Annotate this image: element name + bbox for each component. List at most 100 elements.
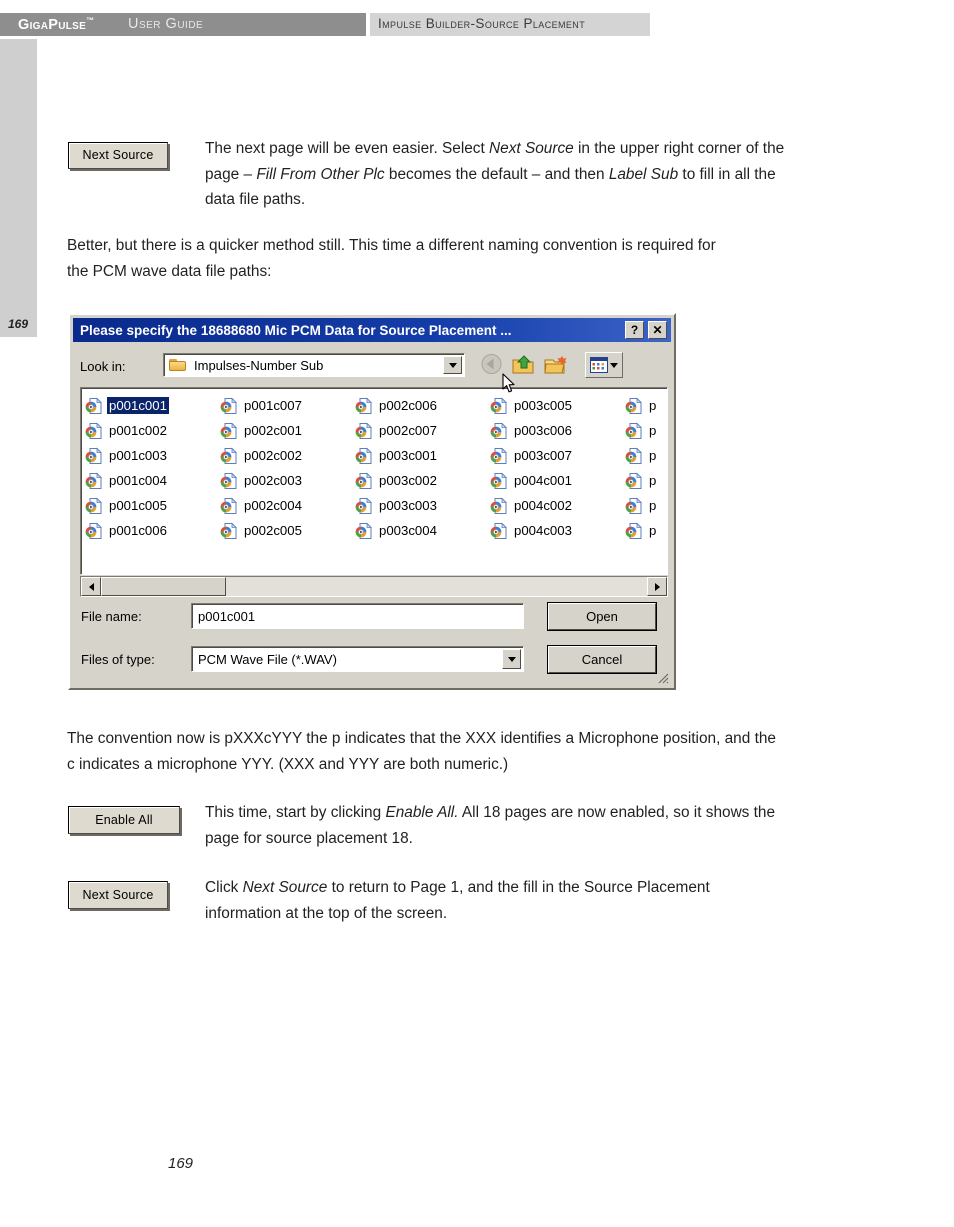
close-icon[interactable]: ✕ xyxy=(648,321,667,339)
paragraph-2: Better, but there is a quicker method st… xyxy=(67,237,716,280)
file-list-item[interactable]: p003c007 xyxy=(490,443,625,468)
media-file-icon xyxy=(490,422,508,440)
file-list-item[interactable]: p004c002 xyxy=(490,493,625,518)
folder-icon xyxy=(169,358,187,372)
media-file-icon xyxy=(85,397,103,415)
file-list-item[interactable]: p xyxy=(625,393,667,418)
back-icon[interactable] xyxy=(479,353,504,377)
next-source-button-bottom-label: Next Source xyxy=(82,887,154,902)
header-right-band: Impulse Builder-Source Placement xyxy=(370,13,650,36)
new-folder-icon[interactable] xyxy=(543,353,568,377)
p5-text-1: Click xyxy=(205,879,243,896)
file-list-item[interactable]: p xyxy=(625,418,667,443)
file-list-item[interactable]: p002c004 xyxy=(220,493,355,518)
file-list-item-label: p002c004 xyxy=(244,497,302,513)
file-list-item[interactable]: p003c004 xyxy=(355,518,490,543)
file-list-item[interactable]: p001c001 xyxy=(85,393,220,418)
file-list-item-label: p002c001 xyxy=(244,422,302,438)
filetype-combobox[interactable]: PCM Wave File (*.WAV) xyxy=(191,646,524,672)
file-list-item-label: p003c006 xyxy=(514,422,572,438)
page-number: 169 xyxy=(168,1155,194,1172)
file-list-item[interactable]: p001c006 xyxy=(85,518,220,543)
file-list-item[interactable]: p001c005 xyxy=(85,493,220,518)
chevron-down-icon[interactable] xyxy=(443,356,462,374)
file-list-item[interactable]: p004c001 xyxy=(490,468,625,493)
paragraph-4: This time, start by clicking Enable All.… xyxy=(205,800,795,851)
cancel-button[interactable]: Cancel xyxy=(548,646,656,673)
file-list-item[interactable]: p001c002 xyxy=(85,418,220,443)
help-button[interactable]: ? xyxy=(625,321,644,339)
file-list-item[interactable]: p003c006 xyxy=(490,418,625,443)
file-list-item[interactable]: p002c003 xyxy=(220,468,355,493)
scroll-right-glyph xyxy=(654,582,660,591)
file-list-item-label: p002c005 xyxy=(244,522,302,538)
scroll-right-icon[interactable] xyxy=(647,577,667,596)
scroll-left-glyph xyxy=(88,582,94,591)
media-file-icon xyxy=(220,422,238,440)
file-list-item[interactable]: p001c004 xyxy=(85,468,220,493)
file-list-item[interactable]: p001c007 xyxy=(220,393,355,418)
filename-input[interactable]: p001c001 xyxy=(191,603,524,629)
file-list-item-label: p002c007 xyxy=(379,422,437,438)
horizontal-scrollbar[interactable] xyxy=(80,576,668,597)
scrollbar-thumb[interactable] xyxy=(101,577,226,596)
file-list-item-label: p001c007 xyxy=(244,397,302,413)
media-file-icon xyxy=(625,422,643,440)
scroll-left-icon[interactable] xyxy=(81,577,101,596)
media-file-icon xyxy=(85,422,103,440)
file-column: p002c006 p002c007 p003c001 p003c002 p003c003… xyxy=(355,393,490,543)
file-list-item-label: p xyxy=(649,422,657,438)
file-list-item[interactable]: p003c005 xyxy=(490,393,625,418)
file-list-item[interactable]: p002c005 xyxy=(220,518,355,543)
media-file-icon xyxy=(625,397,643,415)
file-list-item[interactable]: p003c003 xyxy=(355,493,490,518)
media-file-icon xyxy=(355,447,373,465)
filetype-chevron-down-icon[interactable] xyxy=(502,649,521,669)
file-list-item-label: p004c003 xyxy=(514,522,572,538)
file-list-item[interactable]: p xyxy=(625,443,667,468)
next-source-button-bottom[interactable]: Next Source xyxy=(68,881,168,909)
file-list-item[interactable]: p002c001 xyxy=(220,418,355,443)
media-file-icon xyxy=(220,497,238,515)
next-source-button-top[interactable]: Next Source xyxy=(68,142,168,169)
file-list-item[interactable]: p003c001 xyxy=(355,443,490,468)
file-column: pppppp xyxy=(625,393,667,543)
dialog-titlebar[interactable]: Please specify the 18688680 Mic PCM Data… xyxy=(73,318,671,342)
resize-grip[interactable] xyxy=(656,671,670,685)
file-column: p001c007 p002c001 p002c002 p002c003 p002c004… xyxy=(220,393,355,543)
file-list-item[interactable]: p002c006 xyxy=(355,393,490,418)
file-list-item[interactable]: p xyxy=(625,518,667,543)
media-file-icon xyxy=(220,522,238,540)
lookin-value: Impulses-Number Sub xyxy=(194,357,324,373)
file-list[interactable]: p001c001 p001c002 p001c003 p001c004 p001c005… xyxy=(80,387,668,575)
media-file-icon xyxy=(85,522,103,540)
file-list-item-label: p003c002 xyxy=(379,472,437,488)
file-list-item[interactable]: p xyxy=(625,493,667,518)
file-list-item-label: p001c003 xyxy=(109,447,167,463)
filetype-chevron-glyph xyxy=(507,656,516,662)
file-list-item[interactable]: p002c002 xyxy=(220,443,355,468)
enable-all-button[interactable]: Enable All xyxy=(68,806,180,834)
file-list-item[interactable]: p xyxy=(625,468,667,493)
next-source-button-top-label: Next Source xyxy=(82,148,154,163)
file-list-item[interactable]: p004c003 xyxy=(490,518,625,543)
lookin-label: Look in: xyxy=(80,359,126,374)
file-list-item-label: p xyxy=(649,522,657,538)
media-file-icon xyxy=(490,522,508,540)
scrollbar-track[interactable] xyxy=(101,577,647,596)
views-icon[interactable] xyxy=(585,352,623,378)
open-button[interactable]: Open xyxy=(548,603,656,630)
media-file-icon xyxy=(625,522,643,540)
file-list-item[interactable]: p001c003 xyxy=(85,443,220,468)
header-guide-label: User Guide xyxy=(128,16,204,32)
lookin-combobox[interactable]: Impulses-Number Sub xyxy=(163,353,465,377)
file-list-item[interactable]: p003c002 xyxy=(355,468,490,493)
file-list-item[interactable]: p002c007 xyxy=(355,418,490,443)
p4-text-1: This time, start by clicking xyxy=(205,804,386,821)
media-file-icon xyxy=(85,447,103,465)
media-file-icon xyxy=(490,472,508,490)
filename-label: File name: xyxy=(81,609,142,624)
cancel-button-label: Cancel xyxy=(581,652,623,667)
brand-title: GigaPulse™ xyxy=(18,16,94,33)
page-header: GigaPulse™ User Guide Impulse Builder-So… xyxy=(0,13,954,36)
